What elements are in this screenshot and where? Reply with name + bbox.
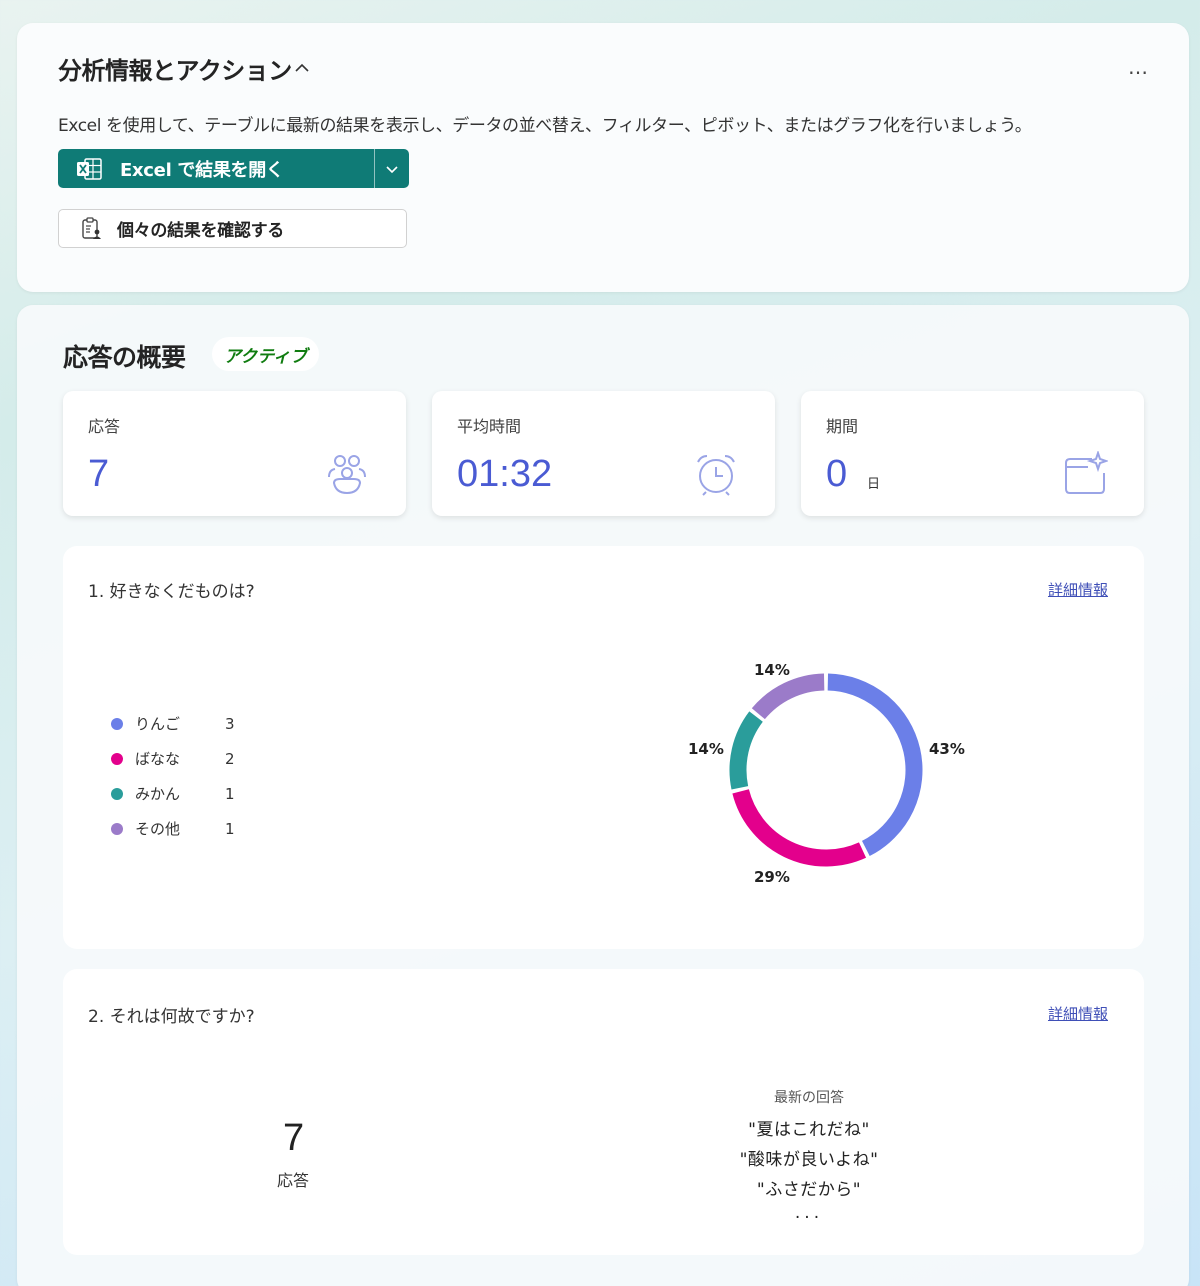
review-results-button[interactable]: 個々の結果を確認する (58, 209, 407, 248)
open-in-excel-button[interactable]: Excel で結果を開く (58, 149, 374, 188)
more-answers-ellipsis: ... (794, 1203, 824, 1223)
recent-answer: "夏はこれだね" (748, 1120, 870, 1140)
recent-answers-header: 最新の回答 (774, 1090, 844, 1106)
donut-slice-other[interactable] (751, 673, 825, 720)
chevron-up-icon[interactable] (293, 59, 311, 77)
stat-label: 応答 (88, 417, 121, 436)
legend-item: ばなな 2 (111, 748, 235, 769)
status-badge: アクティブ (212, 337, 320, 371)
donut-slice-orange[interactable] (729, 711, 763, 790)
analysis-title: 分析情報とアクション (58, 57, 292, 85)
review-results-label: 個々の結果を確認する (117, 221, 284, 241)
calendar-sparkle-icon (1065, 451, 1108, 494)
stat-average-time: 平均時間 01:32 (432, 391, 775, 516)
legend-item: その他 1 (111, 818, 235, 839)
analysis-description: Excel を使用して、テーブルに最新の結果を表示し、データの並べ替え、フィルタ… (58, 116, 1032, 136)
legend-count: 1 (225, 819, 235, 838)
clipboard-person-icon (82, 216, 101, 239)
excel-icon (77, 157, 102, 180)
legend-label: その他 (135, 820, 181, 838)
stat-label: 期間 (826, 417, 859, 436)
stat-unit: 日 (867, 477, 881, 492)
question-2-card: 2. それは何故ですか? 詳細情報 7 応答 最新の回答 "夏はこれだね" "酸… (63, 969, 1144, 1255)
response-count: 7 (283, 1117, 305, 1159)
question-title: 2. それは何故ですか? (88, 1007, 255, 1027)
stat-responses: 応答 7 (63, 391, 406, 516)
legend-label: みかん (135, 785, 181, 803)
recent-answer: "酸味が良いよね" (739, 1150, 879, 1170)
summary-title: 応答の概要 (63, 343, 186, 372)
percent-label-orange: 14% (688, 740, 724, 758)
stat-label: 平均時間 (457, 417, 522, 436)
analysis-actions-card: 分析情報とアクション … Excel を使用して、テーブルに最新の結果を表示し、… (17, 23, 1189, 292)
open-in-excel-label: Excel で結果を開く (120, 159, 284, 181)
legend-swatch (111, 717, 123, 730)
legend-label: りんご (135, 715, 181, 733)
legend-count: 1 (225, 784, 235, 803)
legend-swatch (111, 787, 123, 800)
chevron-down-icon (386, 165, 398, 173)
question-1-card: 1. 好きなくだものは? 詳細情報 りんご 3 ばなな 2 みかん 1 その他 … (63, 546, 1144, 949)
donut-slice-apple[interactable] (827, 673, 923, 857)
more-options-icon[interactable]: … (1128, 55, 1149, 79)
open-in-excel-split-button: Excel で結果を開く (58, 149, 409, 188)
more-details-link[interactable]: 詳細情報 (1048, 579, 1108, 600)
more-details-link[interactable]: 詳細情報 (1048, 1003, 1108, 1024)
alarm-clock-icon (697, 455, 735, 496)
response-count-label: 応答 (277, 1171, 310, 1190)
percent-label-apple: 43% (929, 740, 965, 758)
legend-swatch (111, 822, 123, 835)
donut-slice-banana[interactable] (732, 789, 867, 867)
stat-value: 0 (826, 453, 848, 495)
legend-count: 3 (225, 714, 235, 733)
question-title: 1. 好きなくだものは? (88, 582, 255, 602)
legend-swatch (111, 752, 123, 765)
legend-item: りんご 3 (111, 713, 235, 734)
open-options-dropdown[interactable] (375, 149, 409, 188)
legend-count: 2 (225, 749, 235, 768)
recent-answer: "ふさだから" (756, 1180, 862, 1200)
percent-label-other: 14% (754, 661, 790, 679)
people-icon (328, 455, 366, 495)
legend-item: みかん 1 (111, 783, 235, 804)
stat-value: 01:32 (457, 453, 553, 495)
stat-value: 7 (88, 453, 110, 495)
percent-label-banana: 29% (754, 868, 790, 886)
stat-duration: 期間 0 日 (801, 391, 1144, 516)
response-summary-card: 応答の概要 アクティブ 応答 7 平均時間 01:32 期間 0 日 1. 好き… (17, 305, 1189, 1286)
legend-label: ばなな (135, 750, 181, 768)
